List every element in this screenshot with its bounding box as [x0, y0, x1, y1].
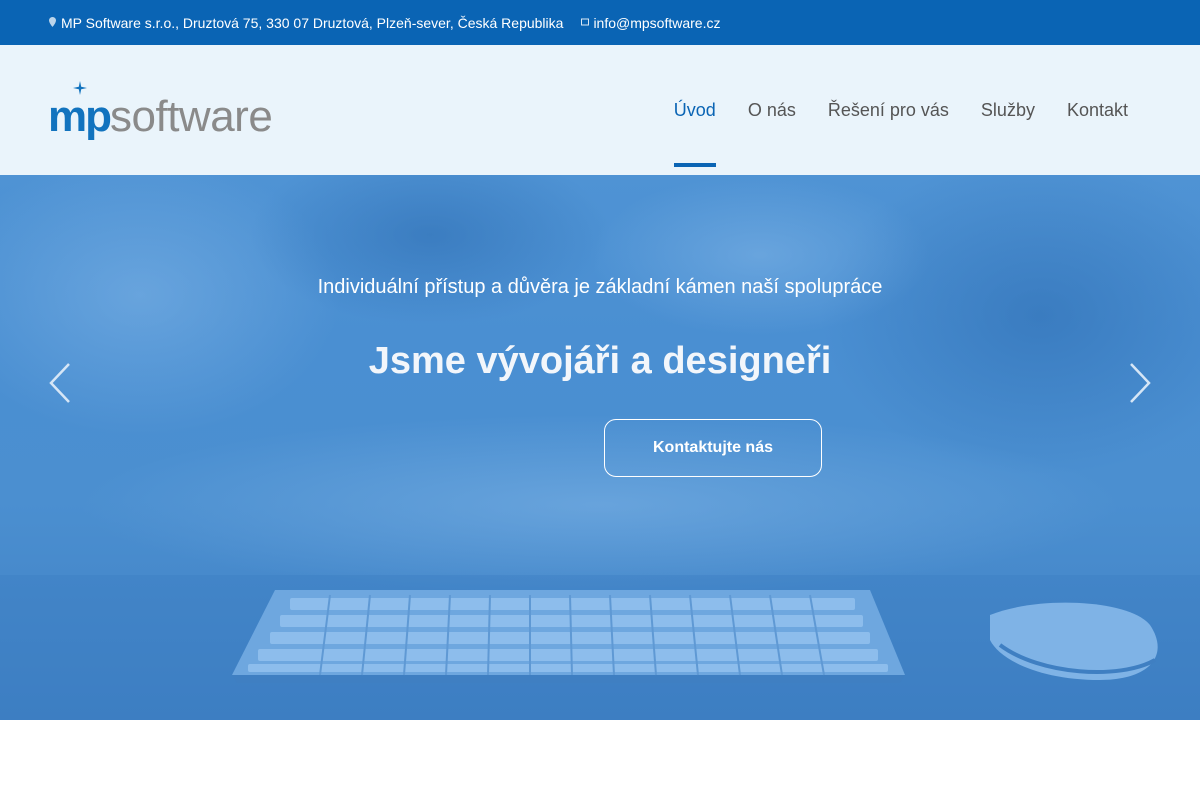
nav-item-reseni[interactable]: Řešení pro vás: [828, 45, 949, 175]
email-info[interactable]: info@mpsoftware.cz: [580, 15, 720, 31]
address-info: MP Software s.r.o., Druztová 75, 330 07 …: [48, 15, 563, 31]
chevron-right-icon[interactable]: [1128, 362, 1152, 404]
email-link[interactable]: info@mpsoftware.cz: [593, 15, 720, 31]
hero-background-image: [0, 175, 1200, 720]
nav-item-uvod[interactable]: Úvod: [673, 45, 716, 175]
hero-title: Jsme vývojáři a designeři: [368, 340, 832, 382]
site-header: mp software Úvod O nás Řešení pro vás Sl…: [0, 45, 1200, 175]
sparkle-icon: [73, 81, 87, 95]
logo[interactable]: mp software: [48, 81, 273, 141]
chevron-left-icon[interactable]: [48, 362, 72, 404]
hero-subtitle: Individuální přístup a důvěra je základn…: [317, 276, 883, 298]
main-nav: Úvod O nás Řešení pro vás Služby Kontakt: [642, 45, 1128, 175]
nav-item-kontakt[interactable]: Kontakt: [1067, 45, 1128, 175]
nav-item-sluzby[interactable]: Služby: [981, 45, 1035, 175]
address-text: MP Software s.r.o., Druztová 75, 330 07 …: [61, 14, 564, 31]
content-area: [0, 720, 1200, 800]
map-marker-icon: [48, 16, 57, 30]
nav-item-o-nas[interactable]: O nás: [748, 45, 796, 175]
contact-us-button[interactable]: Kontaktujte nás: [604, 419, 822, 477]
top-info-bar: MP Software s.r.o., Druztová 75, 330 07 …: [0, 0, 1200, 45]
hero-slider: Individuální přístup a důvěra je základn…: [0, 175, 1200, 720]
envelope-icon: [580, 16, 589, 30]
logo-software-text: software: [110, 92, 273, 141]
logo-mp-text: mp: [48, 92, 112, 141]
